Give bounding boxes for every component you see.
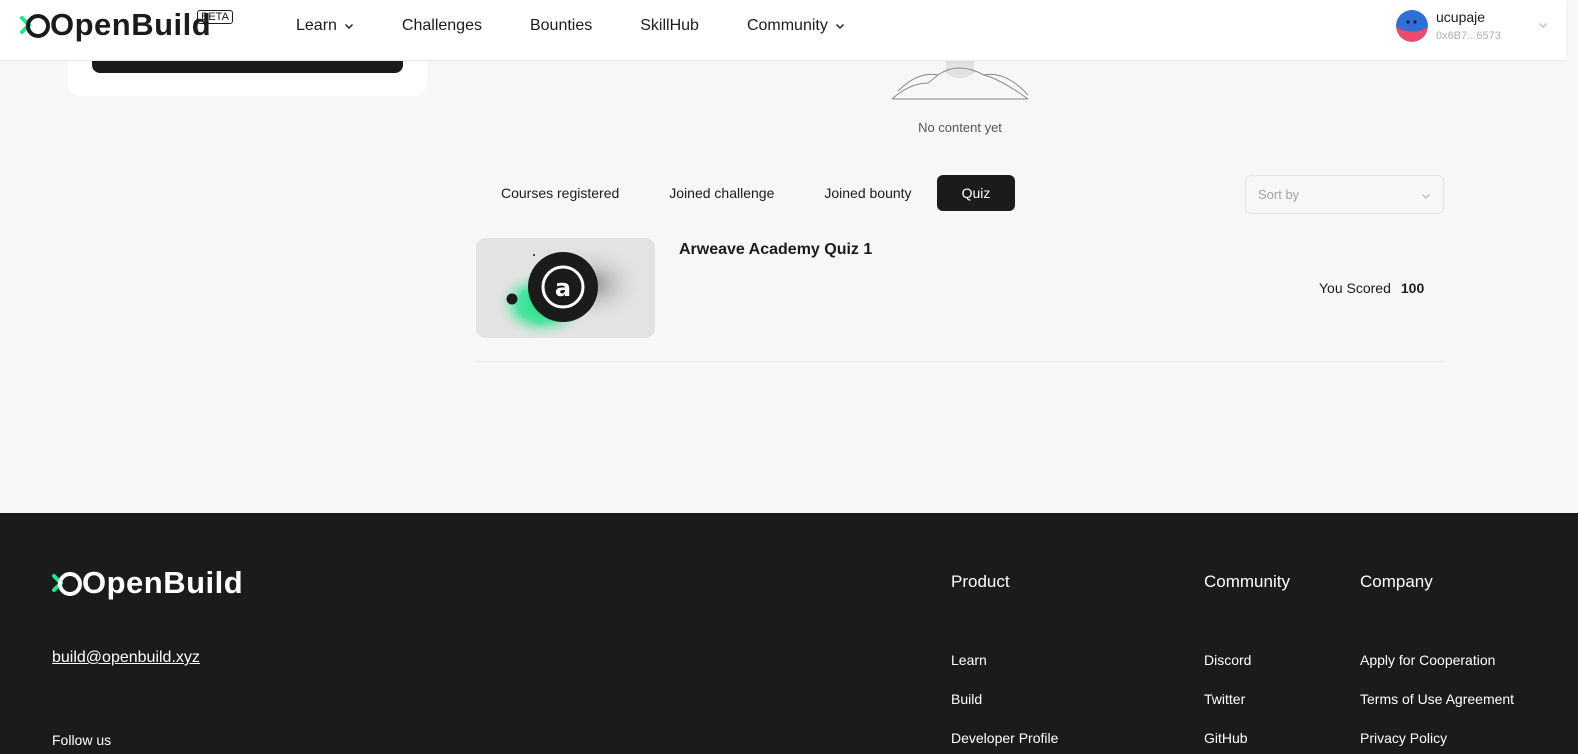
list-item[interactable]: a Arweave Academy Quiz 1 You Scored 100	[476, 238, 1444, 362]
nav-challenges[interactable]: Challenges	[402, 16, 482, 36]
footer-link-developer-profile[interactable]: Developer Profile	[951, 730, 1058, 746]
nav-skillhub[interactable]: SkillHub	[640, 16, 699, 36]
nav-bounties[interactable]: Bounties	[530, 16, 592, 36]
nav-learn[interactable]: Learn	[296, 16, 354, 36]
quiz-score: You Scored 100	[1319, 280, 1424, 296]
footer-column-title: Company	[1360, 572, 1433, 591]
sort-placeholder: Sort by	[1258, 187, 1300, 202]
activity-tabs: Courses registered Joined challenge Join…	[476, 175, 1016, 211]
tab-quiz[interactable]: Quiz	[936, 175, 1016, 211]
footer-link-terms[interactable]: Terms of Use Agreement	[1360, 691, 1514, 707]
score-value: 100	[1400, 280, 1425, 296]
site-footer: OpenBuild build@openbuild.xyz Follow us …	[0, 513, 1578, 754]
empty-box-icon	[891, 61, 1029, 100]
footer-link-build[interactable]: Build	[951, 691, 1058, 707]
chevron-down-icon	[1422, 194, 1430, 199]
top-header: OpenBuild BETA Learn Challenges Bounties…	[0, 0, 1566, 61]
thumb-letter: a	[555, 274, 571, 302]
chevron-down-icon	[835, 24, 844, 29]
chevron-down-icon	[344, 24, 353, 29]
footer-link-github[interactable]: GitHub	[1204, 730, 1290, 746]
chevron-down-icon[interactable]	[1538, 20, 1548, 30]
user-menu[interactable]: ucupaje 0x6B7...6573	[1396, 9, 1501, 42]
tab-joined-challenge[interactable]: Joined challenge	[644, 175, 799, 211]
tab-courses-registered[interactable]: Courses registered	[476, 175, 644, 211]
main-nav: Learn Challenges Bounties SkillHub Commu…	[296, 16, 893, 36]
wallet-address: 0x6B7...6573	[1436, 30, 1501, 42]
follow-us-label: Follow us	[52, 732, 112, 748]
footer-column-title: Product	[951, 572, 1010, 591]
footer-column-community: Community Discord Twitter GitHub	[1204, 571, 1290, 754]
footer-link-apply-cooperation[interactable]: Apply for Cooperation	[1360, 652, 1514, 668]
brand-name: OpenBuild	[50, 7, 212, 42]
footer-link-learn[interactable]: Learn	[951, 652, 1058, 668]
quiz-title[interactable]: Arweave Academy Quiz 1	[679, 241, 872, 259]
nav-learn-label: Learn	[296, 17, 337, 34]
score-label: You Scored	[1319, 280, 1391, 296]
footer-logo[interactable]: OpenBuild	[52, 566, 243, 600]
beta-badge: BETA	[197, 10, 233, 24]
arweave-logo-icon: a	[476, 238, 655, 338]
brand-logo[interactable]: OpenBuild	[20, 8, 211, 42]
sort-select[interactable]: Sort by	[1245, 175, 1444, 214]
openbuild-logo-icon	[52, 572, 82, 596]
empty-state-text: No content yet	[918, 120, 1002, 135]
avatar	[1396, 9, 1428, 42]
footer-column-company: Company Apply for Cooperation Terms of U…	[1360, 571, 1514, 754]
openbuild-logo-icon	[20, 14, 50, 38]
user-info: ucupaje 0x6B7...6573	[1436, 9, 1501, 42]
nav-community[interactable]: Community	[747, 16, 845, 36]
footer-brand-name: OpenBuild	[82, 565, 244, 600]
nav-community-label: Community	[746, 17, 828, 34]
username: ucupaje	[1436, 9, 1486, 25]
footer-column-title: Community	[1204, 572, 1290, 591]
footer-column-product: Product Learn Build Developer Profile	[951, 571, 1058, 754]
nav-bounties-label: Bounties	[529, 17, 593, 34]
nav-skillhub-label: SkillHub	[640, 17, 699, 34]
tab-joined-bounty[interactable]: Joined bounty	[799, 175, 936, 211]
nav-challenges-label: Challenges	[401, 17, 482, 34]
quiz-thumbnail: a	[476, 238, 655, 338]
footer-email-link[interactable]: build@openbuild.xyz	[52, 649, 200, 667]
footer-link-twitter[interactable]: Twitter	[1204, 691, 1290, 707]
footer-link-discord[interactable]: Discord	[1204, 652, 1290, 668]
footer-link-privacy[interactable]: Privacy Policy	[1360, 730, 1514, 746]
